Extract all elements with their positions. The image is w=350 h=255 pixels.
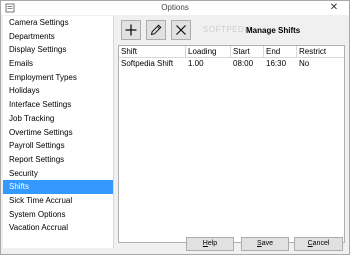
sidebar-item-vacation-accrual[interactable]: Vacation Accrual: [3, 221, 113, 235]
sidebar-item-departments[interactable]: Departments: [3, 30, 113, 44]
help-label: elp: [207, 240, 218, 247]
shifts-panel: SOFTPEDIA Manage Shifts Shift Loading St…: [115, 16, 349, 254]
sidebar-item-display-settings[interactable]: Display Settings: [3, 43, 113, 57]
title-bar[interactable]: Options ✕: [1, 1, 349, 15]
edit-shift-button[interactable]: [146, 20, 166, 40]
sidebar-item-overtime-settings[interactable]: Overtime Settings: [3, 126, 113, 140]
panel-heading: Manage Shifts: [246, 26, 301, 35]
sidebar-item-employment-types[interactable]: Employment Types: [3, 71, 113, 85]
sidebar-item-emails[interactable]: Emails: [3, 57, 113, 71]
sidebar-item-sick-time-accrual[interactable]: Sick Time Accrual: [3, 194, 113, 208]
help-button[interactable]: Help: [186, 237, 234, 251]
column-header-end[interactable]: End: [264, 46, 297, 58]
close-button[interactable]: ✕: [321, 1, 347, 14]
save-button[interactable]: Save: [241, 237, 289, 251]
cancel-label: ancel: [312, 240, 330, 247]
cell-loading: 1.00: [188, 59, 204, 68]
sidebar-item-system-options[interactable]: System Options: [3, 208, 113, 222]
cancel-button[interactable]: Cancel: [294, 237, 343, 251]
window-title: Options: [161, 3, 189, 12]
column-header-start[interactable]: Start: [231, 46, 264, 58]
column-header-shift[interactable]: Shift: [119, 46, 186, 58]
options-window: Options ✕ Camera Settings Departments Di…: [0, 0, 350, 255]
pencil-icon: [150, 24, 162, 36]
column-header-loading[interactable]: Loading: [186, 46, 231, 58]
sidebar-item-holidays[interactable]: Holidays: [3, 84, 113, 98]
plus-icon: [125, 24, 137, 36]
cell-end: 16:30: [266, 59, 287, 68]
options-sidebar: Camera Settings Departments Display Sett…: [3, 16, 114, 248]
sidebar-item-payroll-settings[interactable]: Payroll Settings: [3, 139, 113, 153]
cell-shift: Softpedia Shift: [121, 59, 174, 68]
sidebar-item-job-tracking[interactable]: Job Tracking: [3, 112, 113, 126]
add-shift-button[interactable]: [121, 20, 141, 40]
x-icon: [176, 25, 186, 35]
cell-restrict: No: [299, 59, 310, 68]
delete-shift-button[interactable]: [171, 20, 191, 40]
sidebar-item-report-settings[interactable]: Report Settings: [3, 153, 113, 167]
sidebar-item-interface-settings[interactable]: Interface Settings: [3, 98, 113, 112]
table-header: Shift Loading Start End Restrict: [119, 46, 344, 58]
table-row[interactable]: Softpedia Shift 1.00 08:00 16:30 No: [119, 58, 344, 70]
sidebar-item-shifts[interactable]: Shifts: [3, 180, 113, 194]
save-label: ave: [261, 240, 273, 247]
sidebar-item-camera-settings[interactable]: Camera Settings: [3, 16, 113, 30]
cell-start: 08:00: [233, 59, 254, 68]
shifts-table: Shift Loading Start End Restrict Softped…: [118, 45, 345, 243]
sidebar-item-security[interactable]: Security: [3, 167, 113, 181]
column-header-restrict[interactable]: Restrict: [297, 46, 344, 58]
